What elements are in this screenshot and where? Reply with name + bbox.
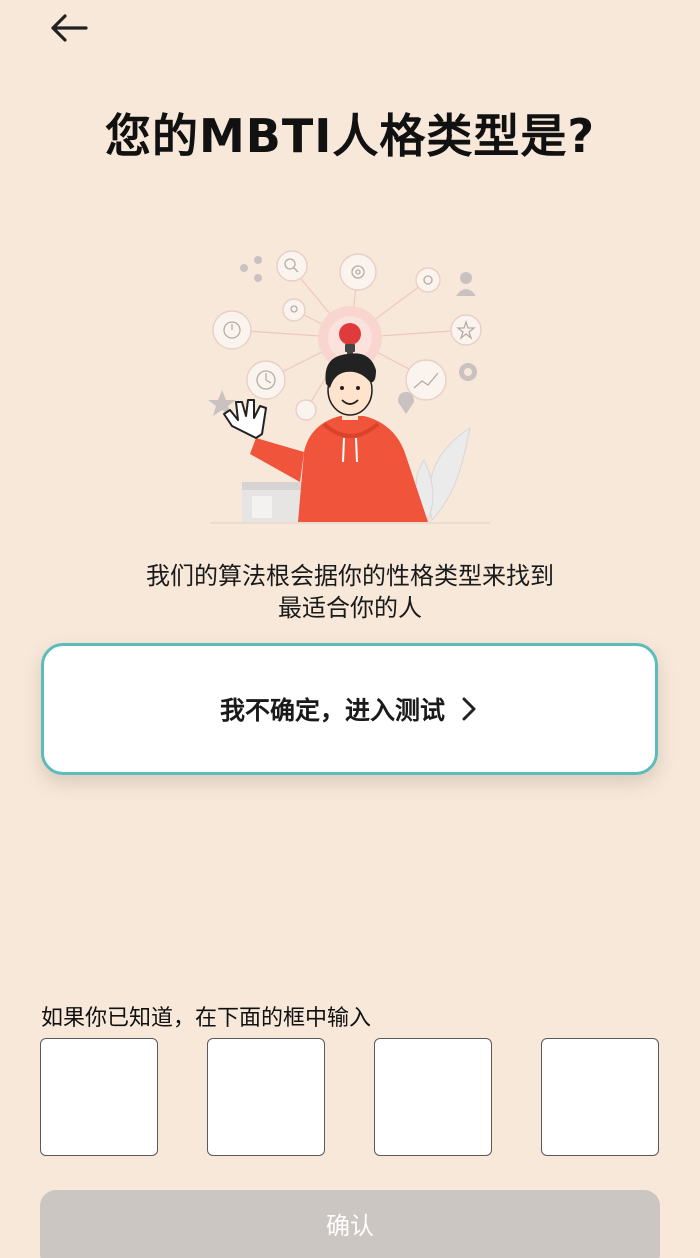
intro-line-1: 我们的算法根会据你的性格类型来找到: [146, 562, 554, 590]
mbti-code-inputs: [40, 1038, 660, 1156]
take-test-label: 我不确定，进入测试: [219, 696, 445, 725]
chevron-right-icon: [459, 696, 479, 722]
arrow-left-icon: [51, 14, 88, 42]
page-title: 您的MBTI人格类型是?: [104, 109, 595, 163]
mbti-letter-input-3[interactable]: [374, 1038, 492, 1156]
take-test-button[interactable]: 我不确定，进入测试: [41, 643, 658, 775]
person-idea-illustration: [200, 238, 500, 528]
intro-line-2: 最适合你的人: [278, 594, 422, 622]
mbti-letter-input-1[interactable]: [40, 1038, 158, 1156]
manual-entry-hint: 如果你已知道，在下面的框中输入: [41, 1006, 372, 1031]
back-button[interactable]: [44, 8, 92, 48]
confirm-button[interactable]: 确认: [40, 1190, 660, 1258]
mbti-letter-input-4[interactable]: [541, 1038, 659, 1156]
mbti-letter-input-2[interactable]: [207, 1038, 325, 1156]
intro-text: 我们的算法根会据你的性格类型来找到 最适合你的人: [0, 560, 700, 624]
